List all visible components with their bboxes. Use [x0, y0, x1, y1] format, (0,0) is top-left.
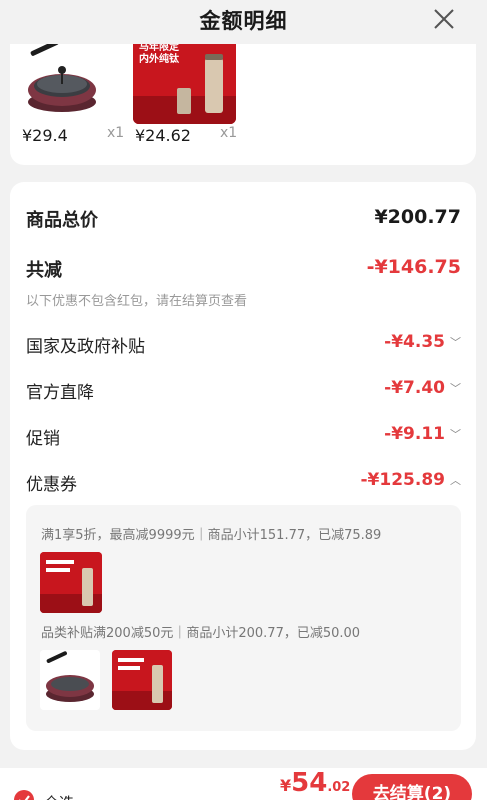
discount-value-wrap: -¥9.11 ﹀ — [384, 424, 461, 444]
checkout-button[interactable]: 去结算(2) — [352, 774, 472, 800]
chevron-down-icon[interactable]: ﹀ — [450, 426, 461, 442]
header: 金额明细 — [0, 0, 487, 44]
pan-image — [40, 650, 100, 710]
discount-row[interactable]: 国家及政府补贴 -¥4.35 ﹀ — [26, 332, 461, 357]
check-icon — [19, 795, 30, 800]
discount-row[interactable]: 促销 -¥9.11 ﹀ — [26, 424, 461, 449]
discount-value: -¥7.40 — [384, 378, 445, 398]
note-text: 以下优惠不包含红包，请在结算页查看 — [26, 294, 248, 309]
chevron-down-icon[interactable]: ﹀ — [450, 380, 461, 396]
product-qty: x1 — [220, 125, 238, 141]
product-thumbnail-pan[interactable] — [22, 40, 104, 118]
total-row: 商品总价 ¥200.77 — [26, 206, 461, 232]
select-all-label[interactable]: 全选 — [44, 792, 74, 800]
discount-value-wrap: -¥125.89 ︿ — [361, 470, 462, 490]
total-amount: ¥54.02 — [280, 768, 350, 798]
total-value: ¥200.77 — [374, 206, 461, 228]
discount-value: -¥125.89 — [360, 470, 446, 490]
amount-decimal: .02 — [327, 780, 351, 795]
total-label: 商品总价 — [26, 210, 98, 231]
discount-label: 国家及政府补贴 — [26, 337, 145, 357]
currency-symbol: ¥ — [280, 776, 292, 795]
close-icon[interactable] — [431, 6, 457, 32]
coupon-product-thumb[interactable] — [112, 650, 172, 710]
thermos-image — [40, 552, 102, 613]
coupon-product-thumb[interactable] — [40, 552, 102, 613]
discount-row[interactable]: 官方直降 -¥7.40 ﹀ — [26, 378, 461, 403]
checkout-bar: 全选 ¥54.02 去结算(2) — [0, 768, 487, 800]
chevron-down-icon[interactable]: ﹀ — [450, 334, 461, 350]
discount-label: 优惠券 — [26, 475, 77, 495]
discount-value: -¥9.11 — [384, 424, 445, 444]
chevron-up-icon[interactable]: ︿ — [450, 472, 461, 488]
banner-text: 内外纯钛 — [139, 54, 179, 65]
note-row: 以下优惠不包含红包，请在结算页查看 — [26, 290, 461, 309]
reduce-row: 共减 -¥146.75 — [26, 256, 461, 282]
reduce-value: -¥146.75 — [366, 256, 461, 278]
product-thumbnail-thermos[interactable]: 马年限定 内外纯钛 — [133, 36, 236, 124]
discount-value: -¥4.35 — [384, 332, 445, 352]
select-all-checkbox[interactable] — [14, 790, 34, 800]
product-price: ¥24.62 — [135, 126, 191, 145]
thermos-image — [112, 650, 172, 710]
pan-image — [28, 40, 96, 112]
product-price: ¥29.4 — [22, 126, 68, 145]
reduce-label: 共减 — [26, 260, 62, 281]
coupon-details: 满1享5折，最高减9999元｜商品小计151.77，已减75.89 品类补贴满2… — [26, 505, 461, 731]
discount-label: 官方直降 — [26, 383, 94, 403]
discount-value-wrap: -¥4.35 ﹀ — [384, 332, 461, 352]
product-qty: x1 — [107, 125, 125, 141]
discount-label: 促销 — [26, 429, 60, 449]
discount-value-wrap: -¥7.40 ﹀ — [384, 378, 461, 398]
coupon-line: 满1享5折，最高减9999元｜商品小计151.77，已减75.89 — [41, 528, 382, 543]
coupon-line: 品类补贴满200减50元｜商品小计200.77，已减50.00 — [41, 626, 361, 641]
coupon-product-thumb[interactable] — [40, 650, 100, 710]
discount-row[interactable]: 优惠券 -¥125.89 ︿ — [26, 470, 462, 495]
amount-integer: 54 — [291, 768, 328, 798]
close-button[interactable] — [431, 6, 457, 32]
page-title: 金额明细 — [199, 9, 288, 33]
